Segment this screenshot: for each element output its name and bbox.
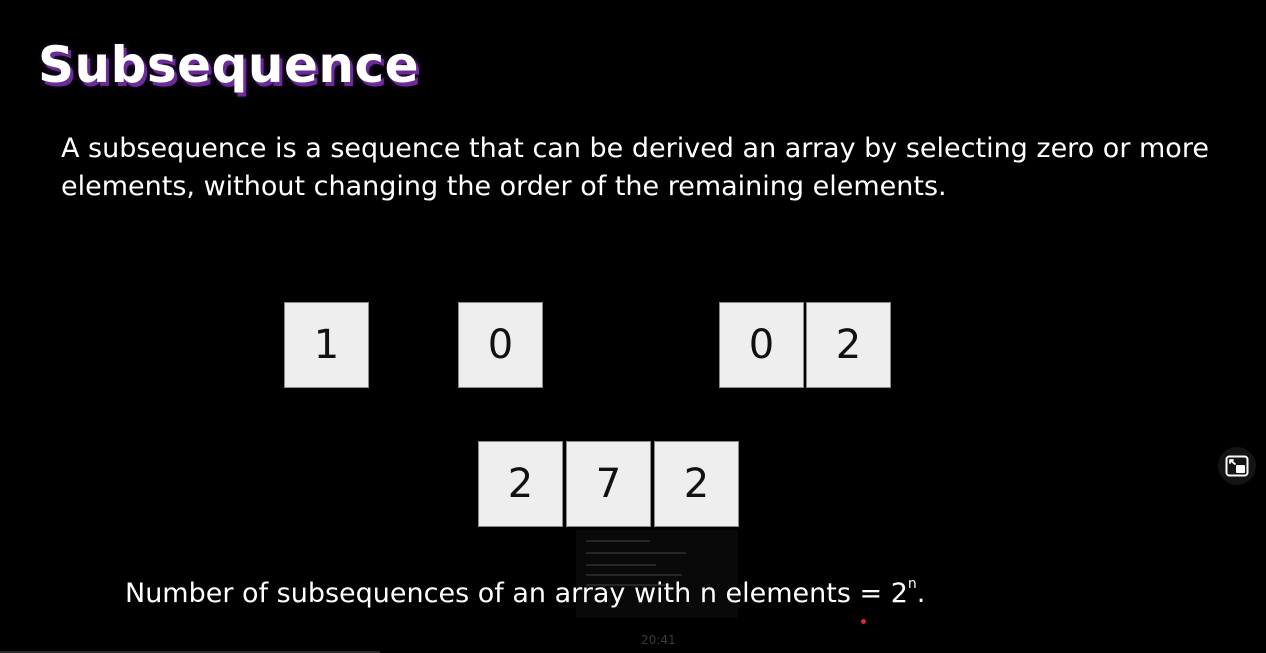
- slide: Subsequence A subsequence is a sequence …: [0, 0, 1266, 653]
- video-timestamp: 20:41: [641, 633, 676, 647]
- recording-indicator: [861, 619, 866, 624]
- formula-text: Number of subsequences of an array with …: [125, 578, 908, 609]
- array-cell: 2: [478, 441, 563, 527]
- array-cell: 2: [806, 302, 891, 388]
- definition-line-2: elements, without changing the order of …: [61, 171, 947, 202]
- formula-exponent: n: [907, 576, 917, 592]
- picture-in-picture-button[interactable]: [1218, 447, 1256, 485]
- subsequence-count-formula: Number of subsequences of an array with …: [125, 576, 926, 609]
- array-cell: 1: [284, 302, 369, 388]
- picture-in-picture-icon: [1225, 455, 1249, 477]
- formula-end: .: [916, 578, 926, 609]
- array-cell: 2: [654, 441, 739, 527]
- definition-text: A subsequence is a sequence that can be …: [61, 130, 1209, 206]
- array-cell: 0: [719, 302, 804, 388]
- array-cell: 0: [458, 302, 543, 388]
- definition-line-1: A subsequence is a sequence that can be …: [61, 133, 1209, 164]
- slide-title: Subsequence: [38, 36, 420, 94]
- array-cell: 7: [566, 441, 651, 527]
